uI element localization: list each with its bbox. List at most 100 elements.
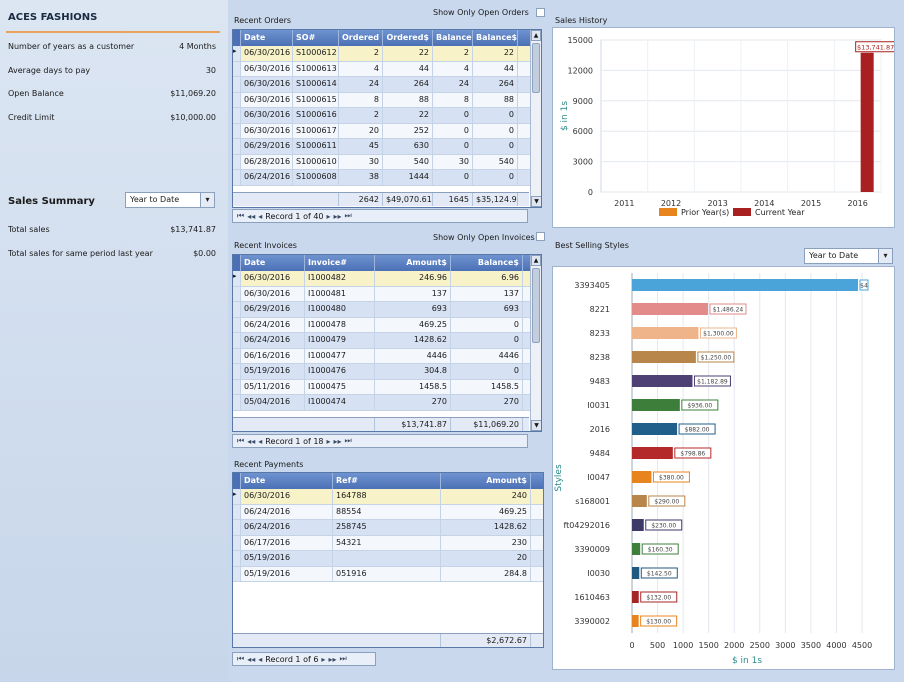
table-cell[interactable]: 06/30/2016 <box>241 77 293 92</box>
table-cell[interactable]: 05/19/2016 <box>241 364 305 379</box>
column-header[interactable]: Amount$ <box>441 473 531 489</box>
table-row[interactable]: ▸ 06/30/2016 S1000612 2 22 2 22 <box>233 46 541 62</box>
table-cell[interactable]: 06/30/2016 <box>241 271 305 286</box>
table-cell[interactable]: 264 <box>473 77 518 92</box>
last-record-icon[interactable]: ⏭ <box>345 211 352 221</box>
table-cell[interactable]: I1000479 <box>305 333 375 348</box>
table-cell[interactable]: 2 <box>339 46 383 61</box>
chevron-down-icon[interactable]: ▾ <box>200 193 214 207</box>
table-cell[interactable]: S1000617 <box>293 123 339 138</box>
table-cell[interactable]: 24 <box>339 77 383 92</box>
table-row[interactable]: 06/30/2016 S1000616 2 22 0 0 <box>233 108 541 124</box>
prev-page-icon[interactable]: ◂◂ <box>247 655 255 664</box>
table-cell[interactable]: 20 <box>441 551 531 566</box>
row-selector[interactable] <box>233 92 241 107</box>
table-cell[interactable]: 8 <box>433 92 473 107</box>
table-cell[interactable]: 06/24/2016 <box>241 170 293 185</box>
table-cell[interactable]: S1000613 <box>293 61 339 76</box>
table-cell[interactable]: 06/16/2016 <box>241 348 305 363</box>
scroll-down-icon[interactable]: ▼ <box>531 196 541 207</box>
table-cell[interactable]: 06/17/2016 <box>241 535 333 550</box>
table-cell[interactable]: 693 <box>451 302 523 317</box>
table-cell[interactable]: 258745 <box>333 520 441 535</box>
table-cell[interactable]: S1000612 <box>293 46 339 61</box>
next-page-icon[interactable]: ▸▸ <box>334 212 342 221</box>
table-cell[interactable]: 1444 <box>383 170 433 185</box>
table-cell[interactable]: 0 <box>433 108 473 123</box>
next-record-icon[interactable]: ▸ <box>321 655 325 664</box>
table-cell[interactable]: 06/29/2016 <box>241 302 305 317</box>
prev-record-icon[interactable]: ◂ <box>258 655 262 664</box>
row-selector[interactable] <box>233 77 241 92</box>
row-selector[interactable] <box>233 379 241 394</box>
table-cell[interactable]: 06/30/2016 <box>241 92 293 107</box>
row-selector[interactable] <box>233 551 241 566</box>
table-cell[interactable]: 30 <box>339 154 383 169</box>
table-cell[interactable]: 270 <box>451 395 523 410</box>
table-cell[interactable]: 05/04/2016 <box>241 395 305 410</box>
next-record-icon[interactable]: ▸ <box>327 437 331 446</box>
table-cell[interactable]: 0 <box>433 139 473 154</box>
table-cell[interactable]: 6.96 <box>451 271 523 286</box>
column-header[interactable]: Balance$ <box>473 30 518 46</box>
table-row[interactable]: 06/24/2016 S1000608 38 1444 0 0 <box>233 170 541 186</box>
table-cell[interactable]: S1000616 <box>293 108 339 123</box>
table-cell[interactable]: I1000474 <box>305 395 375 410</box>
column-header[interactable]: Date <box>241 255 305 271</box>
column-header[interactable]: Ref# <box>333 473 441 489</box>
table-cell[interactable]: 0 <box>451 333 523 348</box>
table-cell[interactable]: 05/19/2016 <box>241 566 333 581</box>
row-selector[interactable] <box>233 123 241 138</box>
table-cell[interactable]: 469.25 <box>375 317 451 332</box>
table-row[interactable]: 06/30/2016 S1000615 8 88 8 88 <box>233 92 541 108</box>
table-cell[interactable]: 264 <box>383 77 433 92</box>
table-row[interactable]: 05/19/2016 I1000476 304.8 0 <box>233 364 541 380</box>
table-cell[interactable]: 22 <box>473 46 518 61</box>
scroll-thumb[interactable] <box>532 268 540 343</box>
row-selector[interactable] <box>233 154 241 169</box>
last-record-icon[interactable]: ⏭ <box>345 436 352 446</box>
table-cell[interactable]: S1000614 <box>293 77 339 92</box>
table-cell[interactable]: 4 <box>339 61 383 76</box>
table-row[interactable]: 06/30/2016 S1000617 20 252 0 0 <box>233 123 541 139</box>
table-cell[interactable]: 06/24/2016 <box>241 317 305 332</box>
table-cell[interactable]: I1000475 <box>305 379 375 394</box>
table-cell[interactable]: 88554 <box>333 504 441 519</box>
prev-record-icon[interactable]: ◂ <box>258 437 262 446</box>
table-cell[interactable]: 693 <box>375 302 451 317</box>
scroll-up-icon[interactable]: ▲ <box>531 30 541 41</box>
table-cell[interactable]: 22 <box>383 46 433 61</box>
table-cell[interactable]: 630 <box>383 139 433 154</box>
next-record-icon[interactable]: ▸ <box>327 212 331 221</box>
column-header[interactable]: Ordered <box>339 30 383 46</box>
row-selector[interactable] <box>233 395 241 410</box>
table-cell[interactable]: 1458.5 <box>375 379 451 394</box>
row-selector[interactable] <box>233 286 241 301</box>
column-header[interactable]: Ordered$ <box>383 30 433 46</box>
table-cell[interactable]: 164788 <box>333 489 441 504</box>
table-cell[interactable]: 1428.62 <box>375 333 451 348</box>
next-page-icon[interactable]: ▸▸ <box>334 437 342 446</box>
table-cell[interactable]: 4446 <box>375 348 451 363</box>
table-cell[interactable]: I1000481 <box>305 286 375 301</box>
table-cell[interactable]: 0 <box>473 170 518 185</box>
prev-page-icon[interactable]: ◂◂ <box>247 437 255 446</box>
table-cell[interactable]: 469.25 <box>441 504 531 519</box>
table-row[interactable]: 06/17/2016 54321 230 <box>233 535 543 551</box>
row-selector[interactable] <box>233 139 241 154</box>
table-cell[interactable]: S1000608 <box>293 170 339 185</box>
table-cell[interactable]: 4446 <box>451 348 523 363</box>
table-row[interactable]: ▸ 06/30/2016 I1000482 246.96 6.96 <box>233 271 541 287</box>
table-cell[interactable]: 240 <box>441 489 531 504</box>
best-selling-period-select[interactable]: Year to Date ▾ <box>804 248 893 264</box>
table-cell[interactable]: 0 <box>473 139 518 154</box>
scroll-thumb[interactable] <box>532 43 540 93</box>
row-selector[interactable] <box>233 535 241 550</box>
current-row-indicator[interactable]: ▸ <box>233 489 241 504</box>
table-cell[interactable]: 44 <box>383 61 433 76</box>
table-cell[interactable]: 06/24/2016 <box>241 333 305 348</box>
table-row[interactable]: ▸ 06/30/2016 164788 240 <box>233 489 543 505</box>
row-selector[interactable] <box>233 170 241 185</box>
open-orders-checkbox[interactable] <box>536 8 545 17</box>
table-cell[interactable]: 38 <box>339 170 383 185</box>
